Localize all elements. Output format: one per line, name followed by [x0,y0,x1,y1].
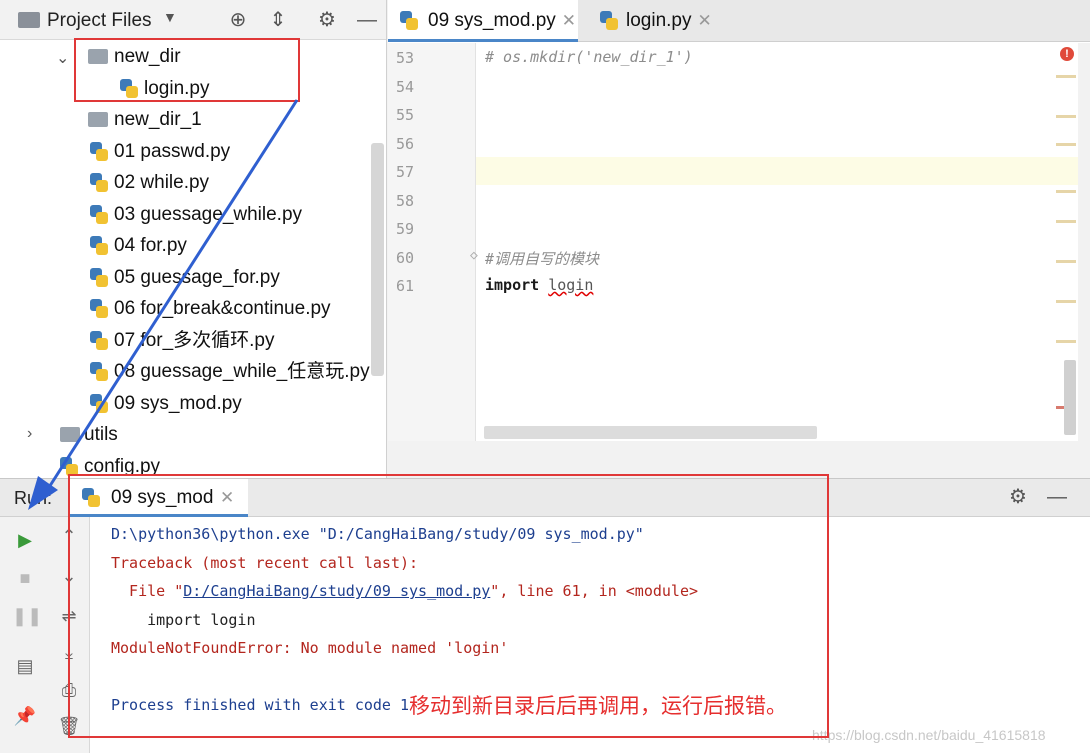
line-number: 61 [396,277,415,295]
tab-09-sys-mod[interactable]: 09 sys_mod.py ✕ [388,0,578,42]
tree-item-label: new_dir_1 [114,109,202,130]
project-title[interactable]: Project Files [47,10,152,32]
scroll-mark [1056,143,1076,146]
python-file-icon [90,331,108,351]
tree-item-label: utils [84,424,118,445]
fold-marker-icon[interactable]: ◇ [470,248,478,263]
gear-icon[interactable]: ⚙ [1005,483,1031,511]
highlight-box-output [68,474,829,738]
scroll-mark [1056,260,1076,263]
scroll-mark [1056,75,1076,78]
keyword: import [485,276,540,294]
line-number: 55 [396,106,415,124]
line-gutter: 53 54 55 56 57 58 59 60 61 [388,43,476,441]
python-file-icon [90,268,108,288]
watermark: https://blog.csdn.net/baidu_41615818 [812,727,1046,743]
chevron-down-icon[interactable]: ▼ [163,9,177,25]
tree-item-label: 01 passwd.py [114,141,231,162]
python-file-icon [90,236,108,256]
scroll-mark [1056,190,1076,193]
project-scrollbar[interactable] [371,143,384,376]
tree-item-label: 05 guessage_for.py [114,267,280,288]
side-tool-strip [1078,43,1090,441]
scroll-mark [1056,115,1076,118]
line-number: 56 [396,135,415,153]
line-number: 54 [396,78,415,96]
tab-label: login.py [626,10,692,31]
python-file-icon [90,362,108,382]
unresolved-reference: login [548,276,594,294]
tree-item-label: 02 while.py [114,172,210,193]
tab-login[interactable]: login.py ✕ [588,0,724,42]
python-file-icon [90,173,108,193]
close-icon[interactable]: ✕ [562,11,576,30]
folder-icon [18,12,40,28]
ide-window: Project Files ▼ ⊕ ⇕ ⚙ — ⌄ new_dir login.… [0,0,1090,753]
tree-item-label: 09 sys_mod.py [114,393,242,414]
project-header: Project Files ▼ ⊕ ⇕ ⚙ — [0,0,386,40]
collapse-all-icon[interactable]: ⇕ [265,6,291,34]
python-file-icon [90,205,108,225]
code-line-53[interactable]: # os.mkdir('new_dir_1') [485,48,693,66]
python-file-icon [90,394,108,414]
locate-icon[interactable]: ⊕ [225,6,251,34]
current-line-highlight [388,157,1078,185]
stop-icon[interactable]: ■ [12,565,38,591]
folder-icon [60,427,80,442]
chevron-right-icon[interactable]: › [27,425,32,443]
editor-tabs: 09 sys_mod.py ✕ login.py ✕ [388,0,1090,42]
folder-icon [88,112,108,127]
run-label: Run: [14,488,53,508]
line-number: 53 [396,49,415,67]
error-indicator-icon[interactable]: ! [1060,47,1074,61]
tree-item-label: 04 for.py [114,235,187,256]
tree-item-label: 07 for_多次循环.py [114,330,275,351]
line-number: 59 [396,220,415,238]
gear-icon[interactable]: ⚙ [314,6,340,34]
tree-item-label: 03 guessage_while.py [114,204,303,225]
tree-item-label: 08 guessage_while_任意玩.py [114,361,370,382]
minimize-icon[interactable]: — [354,6,380,34]
python-file-icon [400,11,418,31]
scroll-mark [1056,340,1076,343]
line-number: 60 [396,249,415,267]
chevron-down-icon[interactable]: ⌄ [56,48,69,68]
python-file-icon [90,142,108,162]
close-icon[interactable]: ✕ [698,11,712,30]
minimize-icon[interactable]: — [1044,483,1070,511]
layout-icon[interactable]: ▤ [12,653,38,679]
rerun-icon[interactable]: ▶ [12,527,38,553]
editor-scrollbar[interactable] [1064,360,1076,435]
line-number: 57 [396,163,415,181]
line-number: 58 [396,192,415,210]
tree-item-label: 06 for_break&continue.py [114,298,331,319]
tab-label: 09 sys_mod.py [428,10,556,31]
highlight-box-tree [74,38,300,102]
scroll-mark [1056,300,1076,303]
code-line-60[interactable]: #调用自写的模块 [485,248,599,269]
pin-icon[interactable]: 📌 [12,703,38,729]
python-file-icon [90,299,108,319]
editor-panel: 09 sys_mod.py ✕ login.py ✕ 53 54 55 56 57 … [388,0,1090,478]
pause-icon[interactable]: ❚❚ [12,603,42,629]
code-line-61[interactable]: import login [485,276,593,294]
python-file-icon [600,11,618,31]
scroll-mark [1056,220,1076,223]
editor-bottom-bar [388,441,1090,478]
horizontal-scrollbar[interactable] [484,426,817,439]
